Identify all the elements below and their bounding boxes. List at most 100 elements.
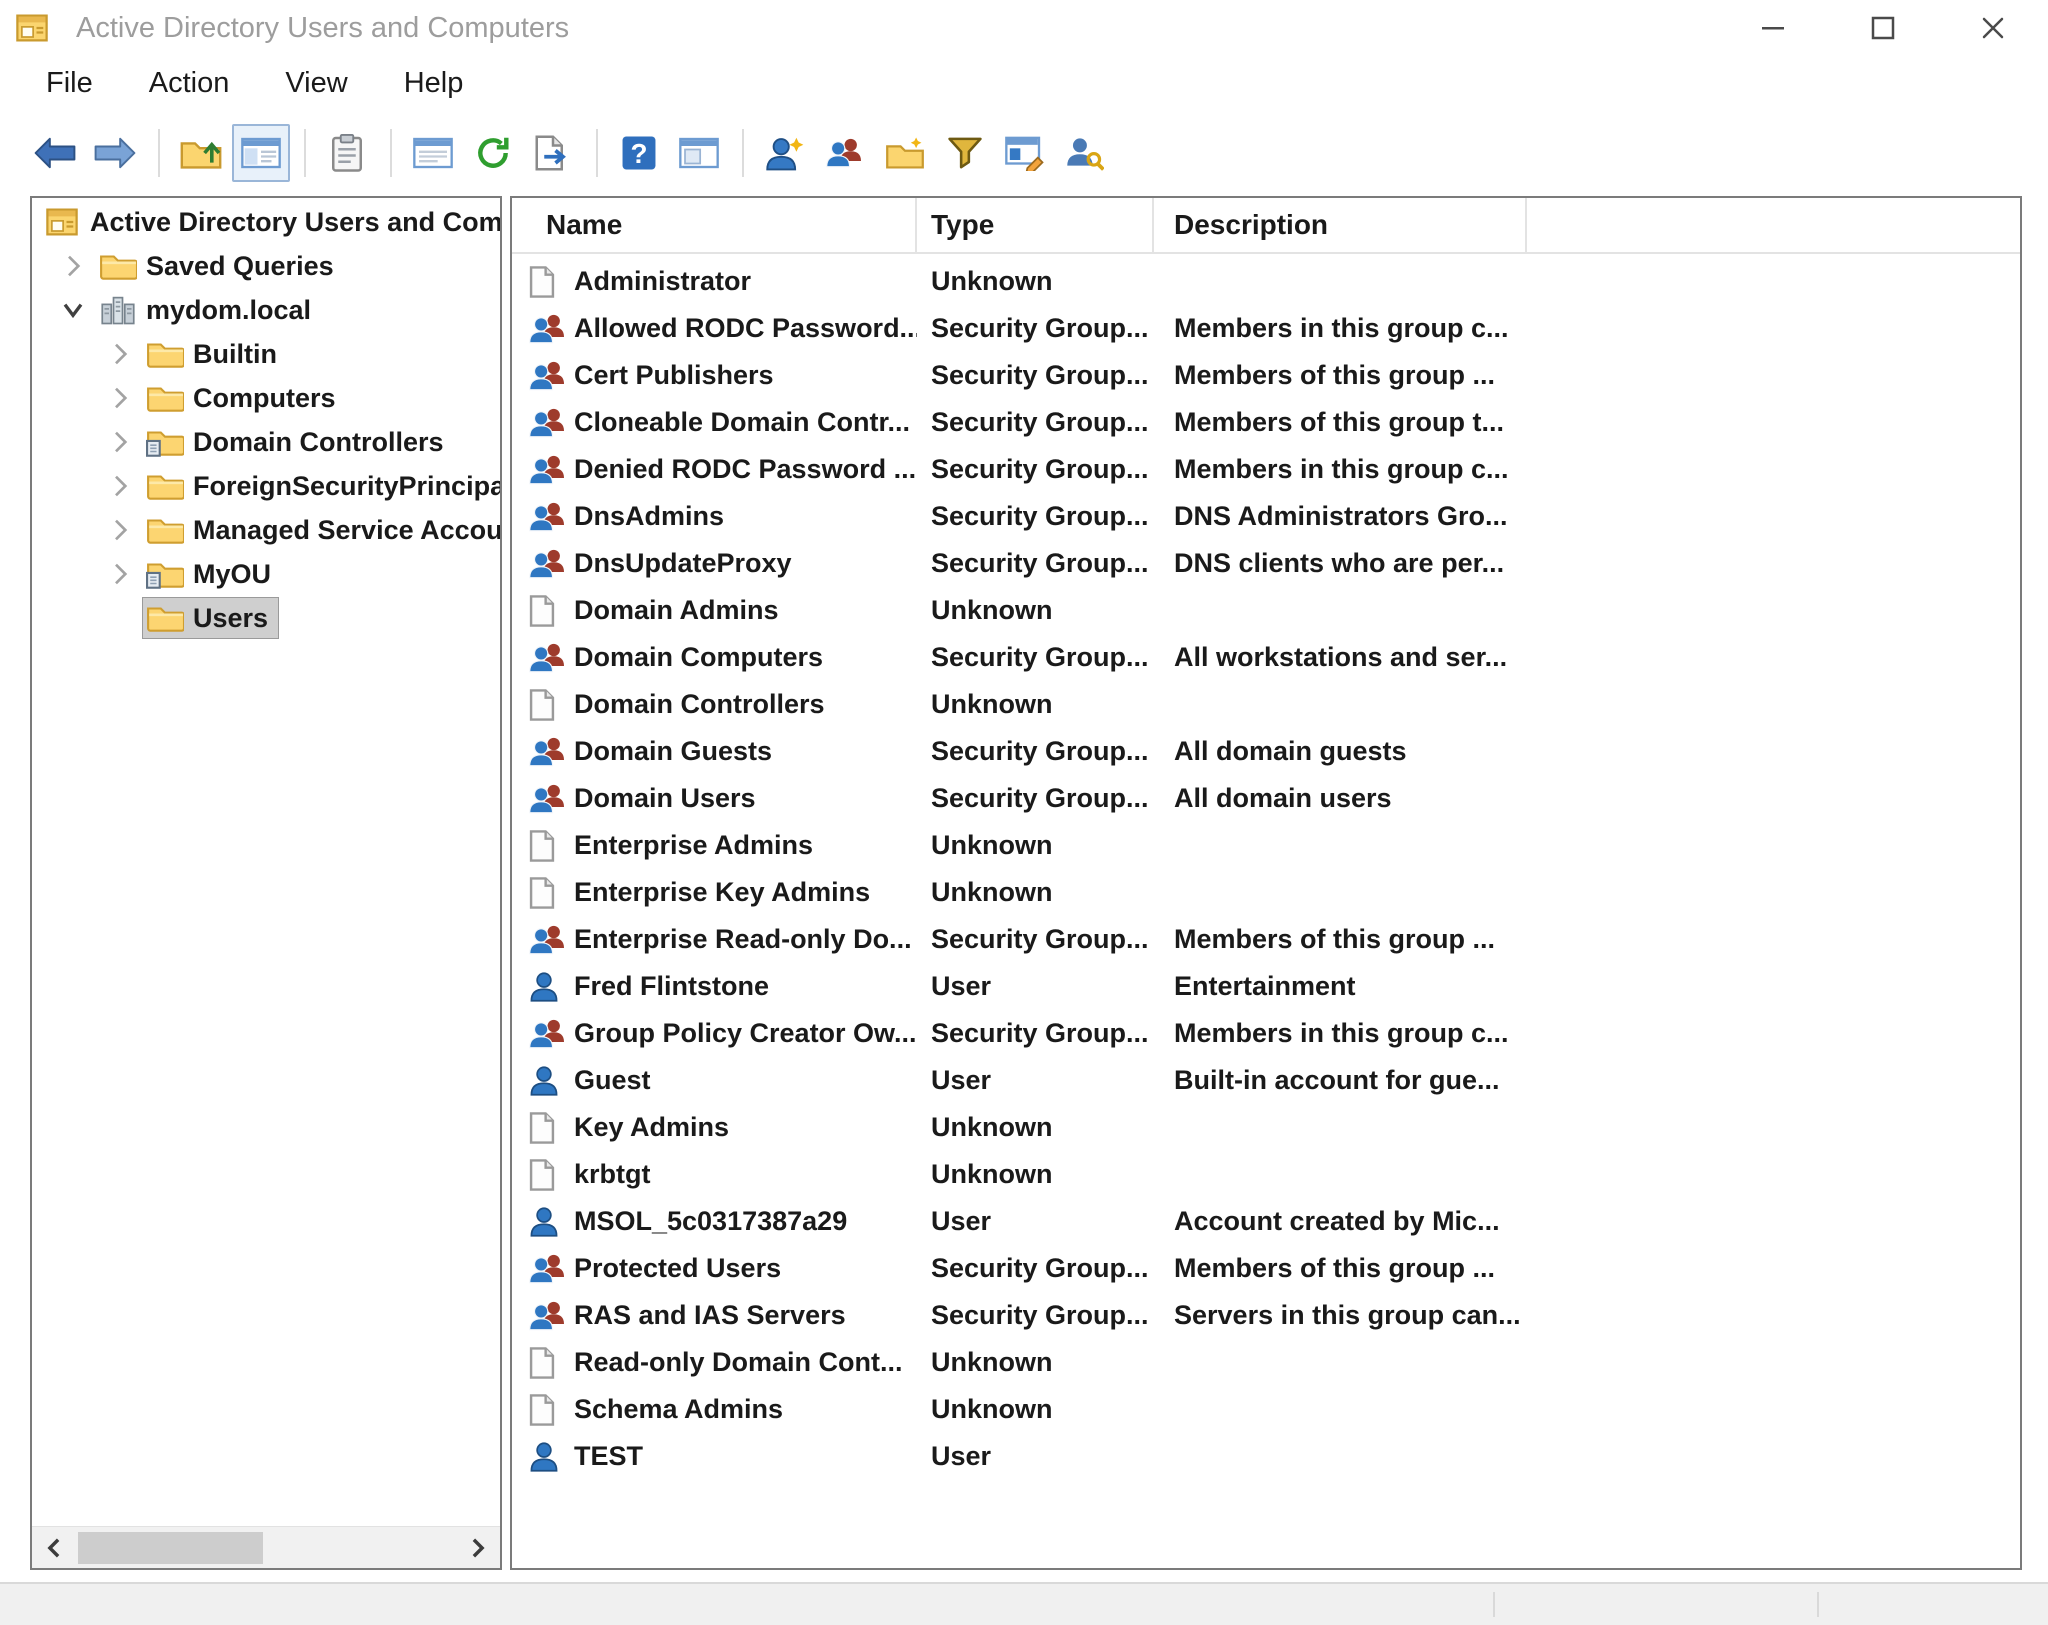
window-button[interactable] — [404, 124, 462, 182]
column-header-label: Type — [931, 209, 994, 241]
chevron-right-icon[interactable] — [97, 562, 143, 586]
tree-item-myou[interactable]: MyOU — [32, 552, 500, 596]
status-bar-separator — [1493, 1592, 1495, 1617]
chevron-down-icon[interactable] — [50, 302, 96, 318]
table-row[interactable]: Read-only Domain Cont...Unknown — [512, 1339, 2020, 1386]
find-button[interactable] — [1056, 124, 1114, 182]
tree-item-managed-service-accounts[interactable]: Managed Service Accounts — [32, 508, 500, 552]
help-button[interactable]: ? — [610, 124, 668, 182]
scroll-left-arrow-icon[interactable] — [32, 1527, 76, 1569]
tree-item-labelbox: Domain Controllers — [143, 422, 454, 462]
table-row[interactable]: Domain ComputersSecurity Group...All wor… — [512, 634, 2020, 681]
new-user-icon — [766, 135, 804, 171]
menu-action[interactable]: Action — [149, 67, 230, 100]
tree-item-label: Managed Service Accounts — [193, 515, 500, 546]
cell-type: Security Group... — [917, 454, 1154, 485]
chevron-right-icon[interactable] — [50, 254, 96, 278]
table-row[interactable]: GuestUserBuilt-in account for gue... — [512, 1057, 2020, 1104]
unknown-icon — [528, 829, 574, 863]
group-icon — [528, 1253, 574, 1285]
table-row[interactable]: Enterprise Read-only Do...Security Group… — [512, 916, 2020, 963]
table-row[interactable]: DnsAdminsSecurity Group...DNS Administra… — [512, 493, 2020, 540]
tree-item-saved-queries[interactable]: Saved Queries — [32, 244, 500, 288]
new-window-button[interactable] — [670, 124, 728, 182]
cell-name: Key Admins — [512, 1111, 917, 1145]
show-console-tree-button[interactable] — [232, 124, 290, 182]
cell-name: Cloneable Domain Contr... — [512, 407, 917, 439]
column-header-type[interactable]: Type — [917, 198, 1154, 252]
chevron-right-icon[interactable] — [97, 474, 143, 498]
row-name-label: Cloneable Domain Contr... — [574, 407, 910, 438]
table-row[interactable]: Allowed RODC Password...Security Group..… — [512, 305, 2020, 352]
table-row[interactable]: Enterprise AdminsUnknown — [512, 822, 2020, 869]
user-icon — [528, 1206, 574, 1238]
new-user-button[interactable] — [756, 124, 814, 182]
table-row[interactable]: Domain ControllersUnknown — [512, 681, 2020, 728]
export-list-button[interactable] — [524, 124, 582, 182]
table-row[interactable]: Protected UsersSecurity Group...Members … — [512, 1245, 2020, 1292]
back-button[interactable] — [26, 124, 84, 182]
table-row[interactable]: Schema AdminsUnknown — [512, 1386, 2020, 1433]
properties-button[interactable] — [318, 124, 376, 182]
scrollbar-thumb[interactable] — [78, 1532, 263, 1564]
new-ou-button[interactable] — [876, 124, 934, 182]
table-row[interactable]: krbtgtUnknown — [512, 1151, 2020, 1198]
table-row[interactable]: Cloneable Domain Contr...Security Group.… — [512, 399, 2020, 446]
table-row[interactable]: Cert PublishersSecurity Group...Members … — [512, 352, 2020, 399]
cell-name: RAS and IAS Servers — [512, 1300, 917, 1332]
tree-item-mydom-local[interactable]: mydom.local — [32, 288, 500, 332]
cell-name: Domain Users — [512, 783, 917, 815]
tree-horizontal-scrollbar[interactable] — [32, 1526, 500, 1568]
new-ou-icon — [885, 136, 925, 170]
policy-button[interactable] — [996, 124, 1054, 182]
cell-description: Members in this group c... — [1154, 454, 1854, 485]
chevron-right-icon[interactable] — [97, 342, 143, 366]
tree-item-users[interactable]: Users — [32, 596, 500, 640]
table-row[interactable]: TESTUser — [512, 1433, 2020, 1480]
column-header-name[interactable]: Name — [512, 198, 917, 252]
menu-view[interactable]: View — [285, 67, 347, 100]
table-row[interactable]: Fred FlintstoneUserEntertainment — [512, 963, 2020, 1010]
tree-item-builtin[interactable]: Builtin — [32, 332, 500, 376]
refresh-button[interactable] — [464, 124, 522, 182]
filter-button[interactable] — [936, 124, 994, 182]
maximize-button[interactable] — [1828, 0, 1938, 56]
table-row[interactable]: Domain GuestsSecurity Group...All domain… — [512, 728, 2020, 775]
find-icon — [1066, 135, 1104, 171]
table-row[interactable]: RAS and IAS ServersSecurity Group...Serv… — [512, 1292, 2020, 1339]
chevron-right-icon[interactable] — [97, 386, 143, 410]
menu-help[interactable]: Help — [404, 67, 464, 100]
cell-type: Unknown — [917, 689, 1154, 720]
table-row[interactable]: Key AdminsUnknown — [512, 1104, 2020, 1151]
table-row[interactable]: AdministratorUnknown — [512, 258, 2020, 305]
table-row[interactable]: Denied RODC Password ...Security Group..… — [512, 446, 2020, 493]
forward-button[interactable] — [86, 124, 144, 182]
cell-type: Unknown — [917, 266, 1154, 297]
table-row[interactable]: MSOL_5c0317387a29UserAccount created by … — [512, 1198, 2020, 1245]
tree-item-computers[interactable]: Computers — [32, 376, 500, 420]
cell-type: User — [917, 971, 1154, 1002]
minimize-button[interactable] — [1718, 0, 1828, 56]
cell-type: Security Group... — [917, 548, 1154, 579]
table-row[interactable]: Domain AdminsUnknown — [512, 587, 2020, 634]
table-row[interactable]: Enterprise Key AdminsUnknown — [512, 869, 2020, 916]
close-button[interactable] — [1938, 0, 2048, 56]
tree-item-active-directory-users-and-computers[interactable]: Active Directory Users and Computers — [32, 200, 500, 244]
tree-item-domain-controllers[interactable]: Domain Controllers — [32, 420, 500, 464]
new-group-icon — [825, 137, 865, 169]
table-row[interactable]: Group Policy Creator Ow...Security Group… — [512, 1010, 2020, 1057]
cell-type: Unknown — [917, 877, 1154, 908]
column-header-description[interactable]: Description — [1154, 198, 1527, 252]
table-row[interactable]: Domain UsersSecurity Group...All domain … — [512, 775, 2020, 822]
chevron-right-icon[interactable] — [97, 518, 143, 542]
table-row[interactable]: DnsUpdateProxySecurity Group...DNS clien… — [512, 540, 2020, 587]
scroll-right-arrow-icon[interactable] — [456, 1527, 500, 1569]
tree-item-label: Builtin — [193, 339, 277, 370]
new-group-button[interactable] — [816, 124, 874, 182]
up-level-button[interactable] — [172, 124, 230, 182]
chevron-right-icon[interactable] — [97, 430, 143, 454]
window-icon — [412, 136, 454, 170]
group-icon — [528, 736, 574, 768]
menu-file[interactable]: File — [46, 67, 93, 100]
tree-item-foreignsecurityprincipals[interactable]: ForeignSecurityPrincipals — [32, 464, 500, 508]
